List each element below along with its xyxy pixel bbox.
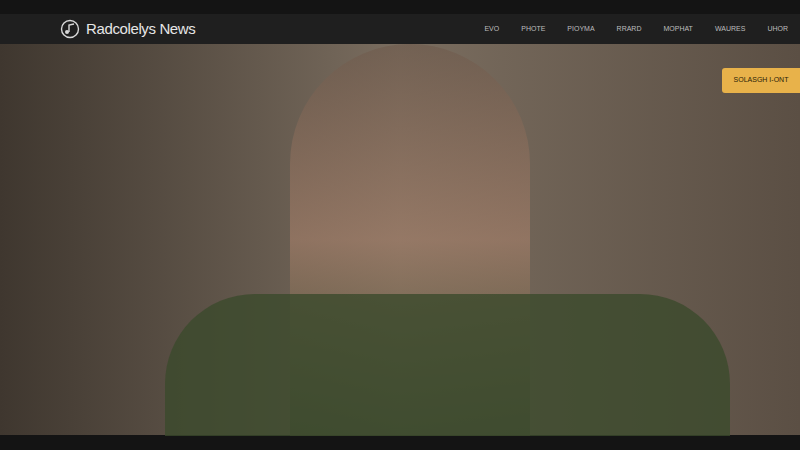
nav-link[interactable]: UHOR	[767, 24, 788, 35]
nav-link[interactable]: RRARD	[617, 24, 642, 35]
nav-link[interactable]: PHOTE	[521, 24, 545, 35]
nav-link[interactable]: MOPHAT	[663, 24, 692, 35]
logo[interactable]: Radcolelys News	[60, 18, 195, 41]
nav-link[interactable]: EVO	[484, 24, 499, 35]
hero-photo: SOLASGH I-ONT	[0, 44, 800, 435]
nav-link[interactable]: PIOYMA	[567, 24, 594, 35]
logo-icon	[60, 19, 80, 39]
logo-text[interactable]: Radcolelys News	[86, 18, 195, 41]
cta-button[interactable]: SOLASGH I-ONT	[722, 68, 800, 93]
top-bar: Radcolelys News EVO PHOTE PIOYMA RRARD MOPHA…	[0, 14, 800, 44]
main-nav: EVO PHOTE PIOYMA RRARD MOPHAT WAURES UHOR	[484, 24, 788, 35]
nav-link[interactable]: WAURES	[715, 24, 745, 35]
